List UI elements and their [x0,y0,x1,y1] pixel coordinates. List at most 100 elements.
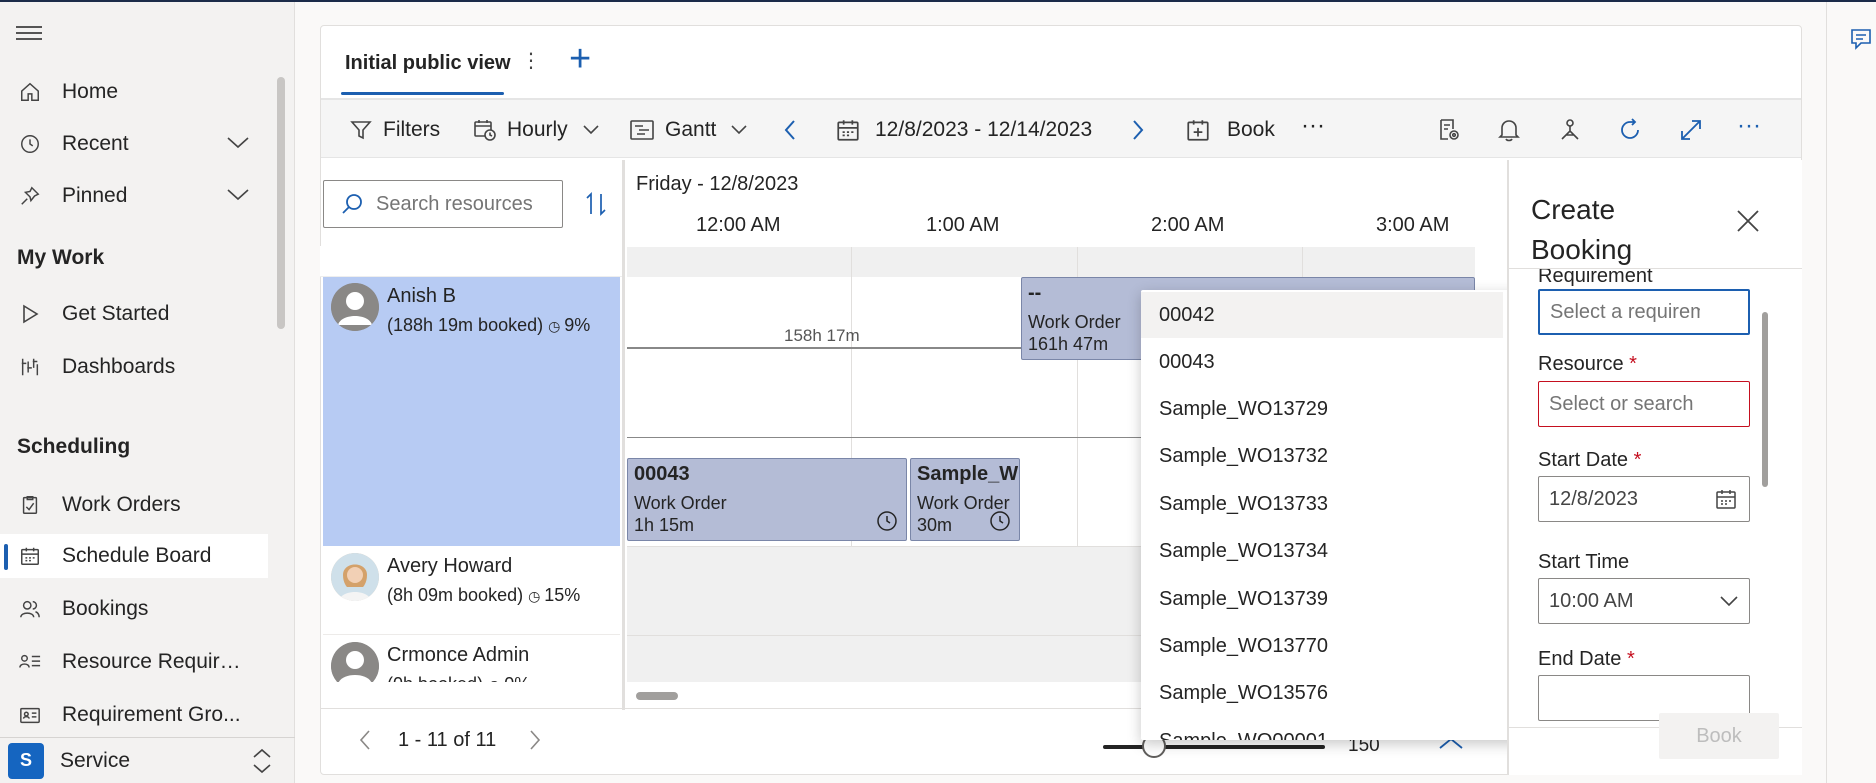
sidebar-item-get-started[interactable]: Get Started [0,292,268,336]
refresh-icon [1621,118,1639,139]
expand-button[interactable] [1678,112,1714,148]
resource-row-selected[interactable]: Anish B (188h 19m booked) ◷ 9% [323,277,620,546]
chevron-up-down-icon[interactable] [251,746,273,782]
board-settings-button[interactable] [1436,112,1472,148]
dropdown-option[interactable]: Sample_WO13732 [1141,433,1503,479]
search-input[interactable] [376,192,556,216]
next-page-icon[interactable] [528,728,542,758]
sort-icon[interactable] [585,191,607,223]
home-icon [16,81,44,103]
sidebar-item-label: Recent [62,132,129,155]
calendar-icon[interactable] [1713,487,1739,511]
toolbar-overflow-icon[interactable]: ··· [1737,108,1761,144]
dropdown-option[interactable]: 00042 [1141,292,1503,338]
bell-icon [1498,120,1520,142]
sidebar-item-resource-requirements[interactable]: Resource Require... [0,640,268,684]
resource-booked: (8h 09m booked) ◷ 15% [387,585,581,605]
next-week-button[interactable] [1131,112,1155,148]
dropdown-option[interactable]: Sample_WO13739 [1141,576,1503,622]
prev-page-icon[interactable] [358,728,372,758]
dropdown-option[interactable]: Sample_WO13770 [1141,623,1503,669]
zoom-slider-track[interactable] [1103,745,1325,749]
avatar [331,553,379,601]
sidebar-scrollbar[interactable] [277,77,285,329]
dropdown-option[interactable]: Sample_WO13734 [1141,528,1503,574]
travel-line [627,347,1021,349]
filters-button[interactable]: Filters [349,112,440,148]
chevron-right-icon [1133,120,1144,140]
dropdown-option[interactable]: 00043 [1141,339,1503,385]
resource-name: Anish B [387,285,456,307]
chevron-down-icon[interactable] [226,134,250,157]
end-date-label: End Date * [1538,648,1635,670]
timeline-hscrollbar[interactable] [636,692,678,700]
chat-icon[interactable] [1849,26,1875,58]
hourly-label: Hourly [507,118,568,141]
start-time-field[interactable]: 10:00 AM [1538,578,1750,624]
add-tab-icon[interactable]: + [569,38,591,81]
sidebar: Home Recent Pinned My Work Get Started D… [0,2,295,783]
sidebar-item-bookings[interactable]: Bookings [0,587,268,631]
gantt-dropdown[interactable]: Gantt [629,112,758,148]
travel-gap-label: 158h 17m [784,326,860,345]
date-range-button[interactable]: 12/8/2023 - 12/14/2023 [835,112,1092,148]
sidebar-item-requirement-groups[interactable]: Requirement Gro... [0,693,268,737]
sidebar-item-pinned[interactable]: Pinned [0,174,268,218]
sidebar-item-work-orders[interactable]: Work Orders [0,483,268,527]
search-resources-box[interactable] [323,180,563,228]
sidebar-item-home[interactable]: Home [0,70,268,114]
people-icon [16,598,44,620]
alerts-button[interactable] [1497,112,1531,148]
pane-divider[interactable] [622,160,625,710]
hourly-dropdown[interactable]: Hourly [473,112,610,148]
start-date-value: 12/8/2023 [1549,487,1638,510]
dropdown-option[interactable]: Sample_WO13729 [1141,386,1503,432]
resource-field[interactable] [1538,381,1750,427]
tab-underline [341,92,504,95]
panel-scrollbar[interactable] [1762,312,1768,487]
resource-row[interactable]: Crmonce Admin (0h booked) ◷ 0% [323,636,620,682]
previous-week-button[interactable] [783,112,807,148]
chevron-down-icon[interactable] [226,186,250,209]
requirement-field[interactable] [1538,289,1750,335]
view-tabs: Initial public view ⋮ + [321,26,1801,98]
sidebar-item-label: Dashboards [62,355,176,378]
book-button[interactable]: Book [1185,112,1275,148]
tab-initial-public-view[interactable]: Initial public view [345,52,511,75]
requirement-dropdown[interactable]: 00042 00043 Sample_WO13729 Sample_WO1373… [1141,290,1531,740]
start-date-field[interactable]: 12/8/2023 [1538,476,1750,522]
sidebar-item-schedule-board[interactable]: Schedule Board [0,534,268,578]
hour-label: 2:00 AM [1151,214,1225,236]
booking-card[interactable]: Sample_WO Work Order 30m [910,458,1020,541]
start-date-label: Start Date * [1538,449,1642,471]
chevron-down-icon [1720,596,1738,607]
requirement-input[interactable] [1550,300,1700,324]
timeline-day: Friday - 12/8/2023 [636,173,799,195]
toolbar-more-icon[interactable]: ··· [1301,108,1325,144]
section-my-work: My Work [17,246,105,269]
sidebar-item-recent[interactable]: Recent [0,122,268,166]
hamburger-menu-icon[interactable] [16,22,42,48]
refresh-button[interactable] [1617,112,1653,148]
sidebar-item-label: Bookings [62,597,149,620]
resource-input[interactable] [1549,392,1699,416]
clock-icon: ◷ [528,588,545,604]
filters-label: Filters [383,118,441,141]
sidebar-item-dashboards[interactable]: Dashboards [0,345,268,389]
book-submit-button[interactable]: Book [1659,713,1779,759]
close-icon[interactable] [1735,208,1761,240]
calendar-icon [16,545,44,567]
resource-booked: (188h 19m booked) ◷ 9% [387,315,591,335]
person-list-icon [16,651,44,673]
hour-label: 1:00 AM [926,214,1000,236]
dropdown-option[interactable]: Sample_WO13733 [1141,481,1503,527]
dropdown-option[interactable]: Sample_WO13576 [1141,670,1503,716]
dropdown-option[interactable]: Sample_WO00001 [1141,718,1503,741]
booking-card[interactable]: 00043 Work Order 1h 15m [627,458,907,541]
resource-row[interactable]: Avery Howard (8h 09m booked) ◷ 15% [323,547,620,635]
start-time-label: Start Time [1538,551,1630,573]
area-switcher[interactable]: S Service [0,737,295,783]
tab-more-icon[interactable]: ⋮ [521,48,541,73]
booking-type: Work Order [634,493,727,513]
resource-tree-button[interactable] [1557,112,1593,148]
